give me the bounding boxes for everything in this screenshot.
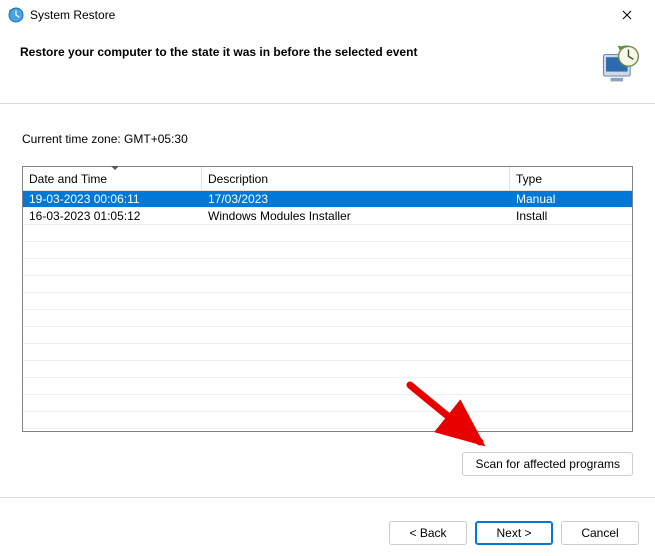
table-row-empty — [23, 395, 632, 412]
column-description[interactable]: Description — [202, 167, 510, 190]
sort-desc-icon — [111, 166, 119, 170]
table-row[interactable]: 19-03-2023 00:06:1117/03/2023Manual — [23, 191, 632, 208]
cell-type: Manual — [510, 191, 632, 207]
cancel-button[interactable]: Cancel — [561, 521, 639, 545]
column-date-label: Date and Time — [29, 172, 107, 186]
heading-text: Restore your computer to the state it wa… — [20, 42, 588, 59]
heading-row: Restore your computer to the state it wa… — [0, 30, 655, 103]
next-button[interactable]: Next > — [475, 521, 553, 545]
table-row-empty — [23, 276, 632, 293]
table-row-empty — [23, 310, 632, 327]
title-bar: System Restore — [0, 0, 655, 30]
wizard-footer: < Back Next > Cancel — [389, 521, 639, 545]
table-row-empty — [23, 242, 632, 259]
timezone-label: Current time zone: GMT+05:30 — [22, 132, 633, 146]
table-row-empty — [23, 225, 632, 242]
table-row-empty — [23, 293, 632, 310]
cell-date: 19-03-2023 00:06:11 — [23, 191, 202, 207]
window-title: System Restore — [30, 8, 607, 22]
footer-divider — [0, 497, 655, 498]
back-button[interactable]: < Back — [389, 521, 467, 545]
cell-description: Windows Modules Installer — [202, 208, 510, 224]
restore-clock-icon — [598, 42, 641, 85]
table-row-empty — [23, 412, 632, 429]
content-area: Current time zone: GMT+05:30 Date and Ti… — [0, 104, 655, 440]
table-row-empty — [23, 327, 632, 344]
table-header: Date and Time Description Type — [23, 167, 632, 191]
system-restore-icon — [8, 7, 24, 23]
scan-affected-programs-button[interactable]: Scan for affected programs — [462, 452, 633, 476]
table-body: 19-03-2023 00:06:1117/03/2023Manual16-03… — [23, 191, 632, 429]
table-row-empty — [23, 361, 632, 378]
restore-points-table: Date and Time Description Type 19-03-202… — [22, 166, 633, 432]
close-icon — [622, 10, 632, 20]
cell-type: Install — [510, 208, 632, 224]
close-button[interactable] — [607, 1, 647, 29]
column-type-label: Type — [516, 172, 542, 186]
table-row-empty — [23, 344, 632, 361]
cell-date: 16-03-2023 01:05:12 — [23, 208, 202, 224]
scan-row: Scan for affected programs — [0, 440, 655, 476]
table-row-empty — [23, 378, 632, 395]
table-row-empty — [23, 259, 632, 276]
cell-description: 17/03/2023 — [202, 191, 510, 207]
column-type[interactable]: Type — [510, 167, 632, 190]
column-description-label: Description — [208, 172, 268, 186]
table-row[interactable]: 16-03-2023 01:05:12Windows Modules Insta… — [23, 208, 632, 225]
column-date[interactable]: Date and Time — [23, 167, 202, 190]
